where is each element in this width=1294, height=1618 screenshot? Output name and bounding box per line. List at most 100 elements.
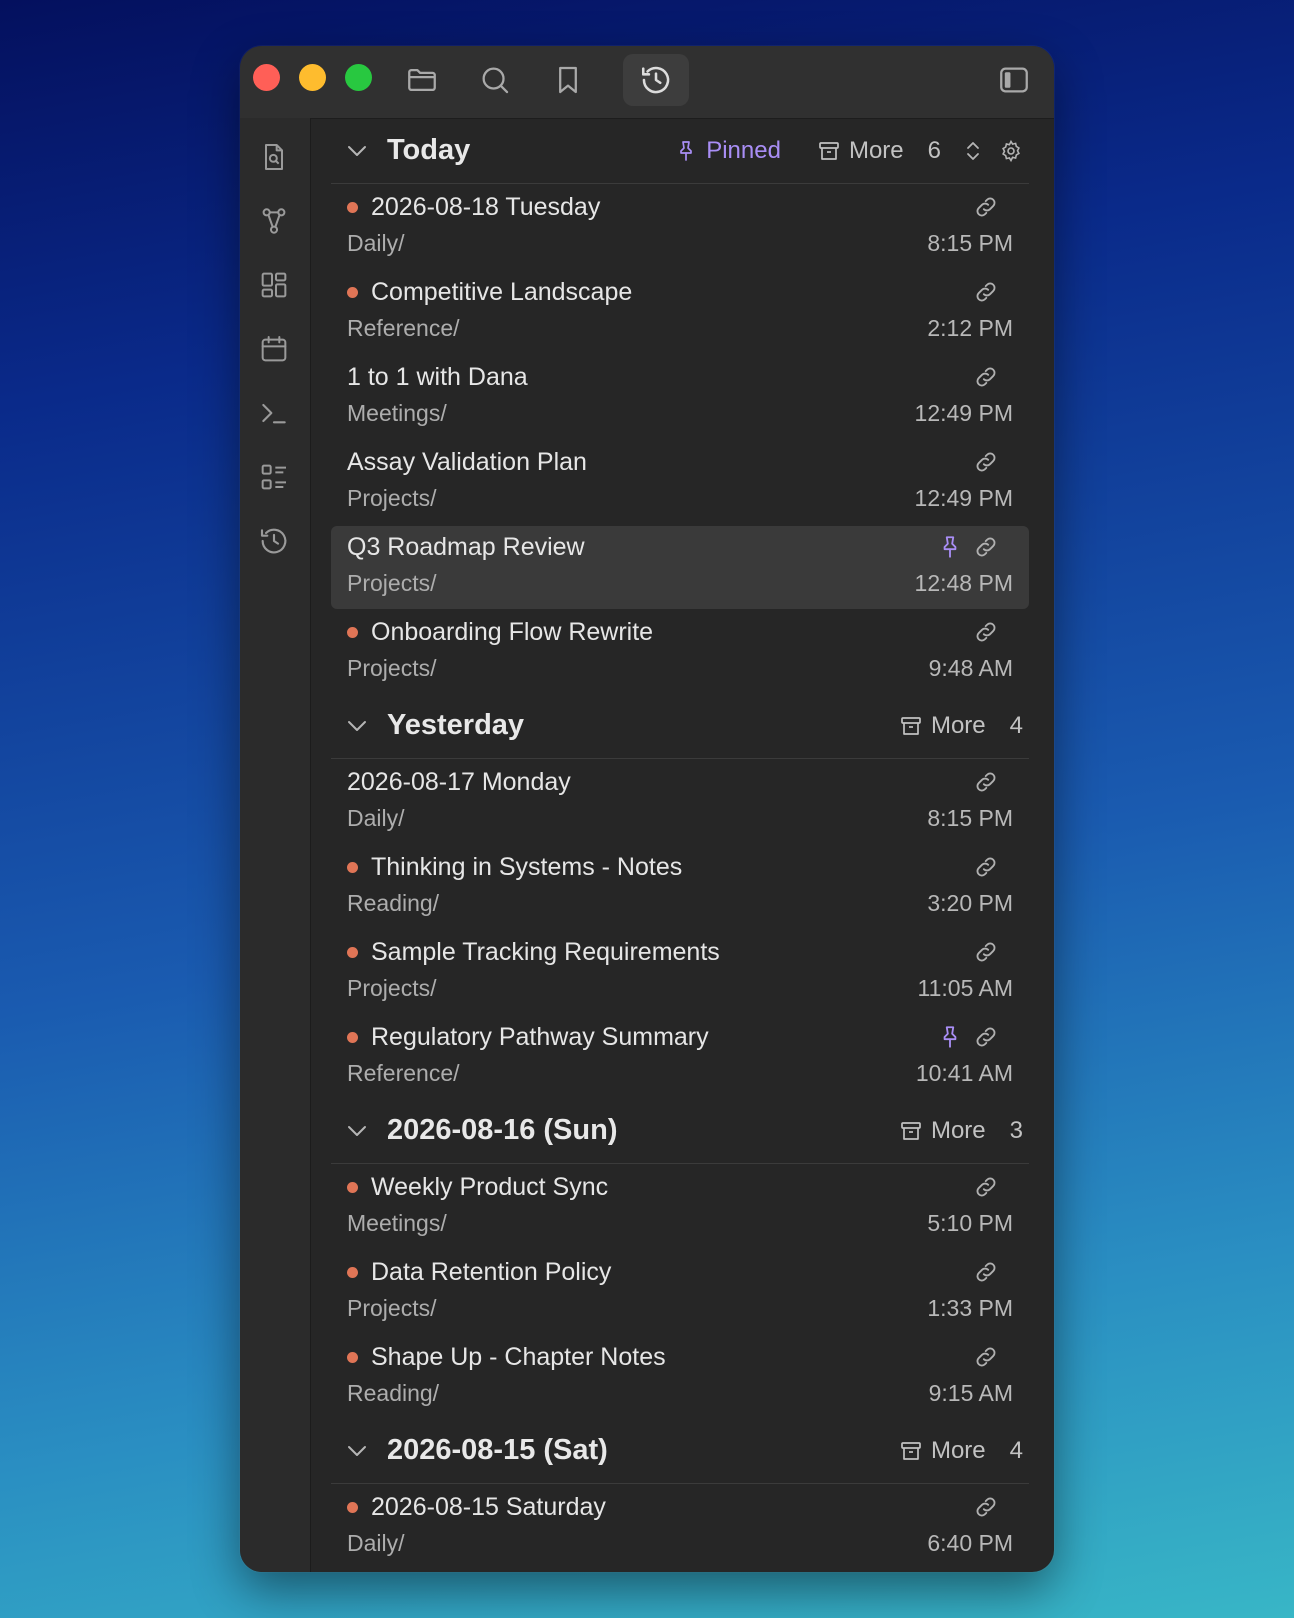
copy-link-button[interactable] xyxy=(973,279,999,310)
item-title: Weekly Product Sync xyxy=(371,1173,609,1201)
more-button[interactable]: More xyxy=(899,1117,986,1145)
section-header[interactable]: 2026-08-15 (Sat) More 4 xyxy=(331,1419,1029,1484)
minimize-window-button[interactable] xyxy=(299,64,326,91)
section-header[interactable]: 2026-08-16 (Sun) More 3 xyxy=(331,1099,1029,1164)
copy-link-button[interactable] xyxy=(973,534,999,565)
quick-switcher-button[interactable] xyxy=(249,132,299,182)
section-count: 4 xyxy=(1009,712,1023,739)
chevron-down-icon[interactable] xyxy=(345,714,369,738)
copy-link-button[interactable] xyxy=(973,364,999,395)
list-item[interactable]: Assay Validation Plan Projects/12:49 PM xyxy=(331,441,1029,524)
settings-button[interactable] xyxy=(999,139,1023,163)
item-actions xyxy=(973,939,999,970)
outline-button[interactable] xyxy=(249,452,299,502)
search-tab-button[interactable] xyxy=(462,54,528,106)
item-time: 2:12 PM xyxy=(927,315,1013,341)
recent-files-list: Today Pinned More 6 2026-08-18 Tuesday Daily/… xyxy=(331,119,1029,1559)
pin-button[interactable] xyxy=(937,1024,963,1055)
item-time: 8:15 PM xyxy=(927,230,1013,256)
item-actions xyxy=(973,854,999,885)
graph-view-button[interactable] xyxy=(249,196,299,246)
list-item[interactable]: 1 to 1 with Dana Meetings/12:49 PM xyxy=(331,356,1029,439)
command-palette-button[interactable] xyxy=(249,388,299,438)
copy-link-button[interactable] xyxy=(973,1024,999,1055)
copy-link-button[interactable] xyxy=(973,1259,999,1290)
chevron-down-icon[interactable] xyxy=(345,139,369,163)
more-button[interactable]: More xyxy=(899,712,986,740)
section-2: 2026-08-16 (Sun) More 3 Weekly Product Sync… xyxy=(331,1099,1029,1419)
list-item[interactable]: Weekly Product Sync Meetings/5:10 PM xyxy=(331,1166,1029,1249)
list-item[interactable]: Regulatory Pathway Summary Reference/10:4… xyxy=(331,1016,1029,1099)
item-title-line: Weekly Product Sync xyxy=(347,1173,608,1202)
sort-button[interactable] xyxy=(961,139,985,163)
item-title-line: 1 to 1 with Dana xyxy=(347,363,528,392)
unread-dot xyxy=(347,627,358,638)
section-title: Yesterday xyxy=(387,709,525,741)
item-title: Sample Tracking Requirements xyxy=(371,938,720,966)
pin-button[interactable] xyxy=(937,534,963,565)
copy-link-button[interactable] xyxy=(973,769,999,800)
section-header[interactable]: Today Pinned More 6 xyxy=(331,119,1029,184)
list-item[interactable]: Onboarding Flow Rewrite Projects/9:48 AM xyxy=(331,611,1029,694)
list-item[interactable]: Competitive Landscape Reference/2:12 PM xyxy=(331,271,1029,354)
unread-dot xyxy=(347,1032,358,1043)
recent-tab-button[interactable] xyxy=(623,54,689,106)
section-3: 2026-08-15 (Sat) More 4 2026-08-15 Saturday… xyxy=(331,1419,1029,1559)
copy-link-button[interactable] xyxy=(973,939,999,970)
copy-link-button[interactable] xyxy=(973,1494,999,1525)
item-title-line: 2026-08-15 Saturday xyxy=(347,1493,606,1522)
archive-icon xyxy=(901,1442,921,1460)
list-item[interactable]: 2026-08-18 Tuesday Daily/8:15 PM xyxy=(331,186,1029,269)
item-folder: Daily/ xyxy=(347,805,405,831)
copy-link-button[interactable] xyxy=(973,194,999,225)
list-item[interactable]: Data Retention Policy Projects/1:33 PM xyxy=(331,1251,1029,1334)
archive-icon xyxy=(901,1122,921,1140)
more-label: More xyxy=(930,712,986,739)
list-item[interactable]: Q3 Roadmap Review Projects/12:48 PM xyxy=(331,526,1029,609)
link-icon xyxy=(976,367,996,387)
copy-link-button[interactable] xyxy=(973,1344,999,1375)
bookmarks-tab-button[interactable] xyxy=(535,54,601,106)
daily-note-button[interactable] xyxy=(249,324,299,374)
item-time: 12:49 PM xyxy=(914,485,1013,511)
item-title-line: Regulatory Pathway Summary xyxy=(347,1023,709,1052)
unread-dot xyxy=(347,1267,358,1278)
list-item[interactable]: Shape Up - Chapter Notes Reading/9:15 AM xyxy=(331,1336,1029,1419)
item-title-line: Competitive Landscape xyxy=(347,278,632,307)
chevron-down-icon[interactable] xyxy=(345,1119,369,1143)
item-actions xyxy=(937,534,999,565)
calendar-icon xyxy=(261,336,287,362)
copy-link-button[interactable] xyxy=(973,1174,999,1205)
copy-link-button[interactable] xyxy=(973,449,999,480)
chevron-down-icon[interactable] xyxy=(345,1439,369,1463)
toggle-sidebar-button[interactable] xyxy=(981,54,1047,106)
zoom-window-button[interactable] xyxy=(345,64,372,91)
section-header[interactable]: Yesterday More 4 xyxy=(331,694,1029,759)
canvas-button[interactable] xyxy=(249,260,299,310)
item-title-line: Sample Tracking Requirements xyxy=(347,938,720,967)
list-item[interactable]: 2026-08-17 Monday Daily/8:15 PM xyxy=(331,761,1029,844)
close-window-button[interactable] xyxy=(253,64,280,91)
copy-link-button[interactable] xyxy=(973,619,999,650)
app-window: Today Pinned More 6 2026-08-18 Tuesday Daily/… xyxy=(240,46,1054,1572)
item-title-line: Onboarding Flow Rewrite xyxy=(347,618,653,647)
item-folder: Projects/ xyxy=(347,1295,437,1321)
section-count: 4 xyxy=(1009,1437,1023,1464)
more-button[interactable]: More xyxy=(899,1437,986,1465)
pinned-filter-button[interactable]: Pinned xyxy=(674,137,781,165)
pin-icon xyxy=(680,141,693,161)
recent-files-ribbon-button[interactable] xyxy=(249,516,299,566)
item-time: 5:10 PM xyxy=(927,1210,1013,1236)
more-button[interactable]: More xyxy=(817,137,904,165)
list-item[interactable]: 2026-08-15 Saturday Daily/6:40 PM xyxy=(331,1486,1029,1559)
history-icon xyxy=(641,66,670,94)
copy-link-button[interactable] xyxy=(973,854,999,885)
item-folder: Reference/ xyxy=(347,315,460,341)
unread-dot xyxy=(347,202,358,213)
files-tab-button[interactable] xyxy=(389,54,455,106)
item-title: Regulatory Pathway Summary xyxy=(371,1023,709,1051)
list-item[interactable]: Sample Tracking Requirements Projects/11:… xyxy=(331,931,1029,1014)
item-time: 8:15 PM xyxy=(927,805,1013,831)
list-item[interactable]: Thinking in Systems - Notes Reading/3:20 … xyxy=(331,846,1029,929)
item-title-line: 2026-08-17 Monday xyxy=(347,768,571,797)
